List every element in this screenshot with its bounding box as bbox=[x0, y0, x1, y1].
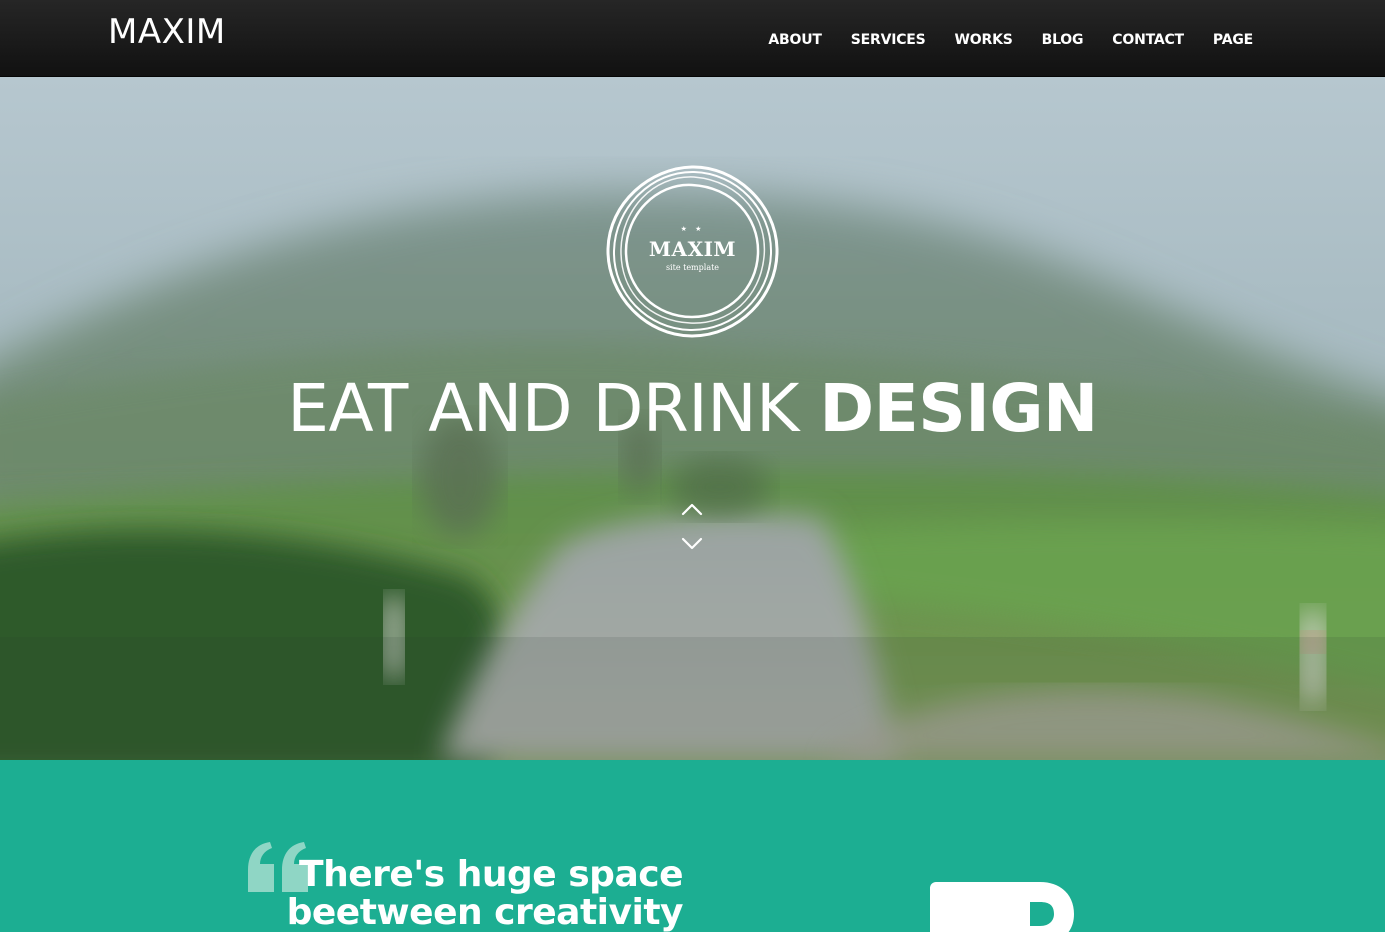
nav-item-about: ABOUT bbox=[768, 29, 822, 51]
nav-item-contact: CONTACT bbox=[1112, 29, 1184, 51]
nav-link-works[interactable]: WORKS bbox=[955, 32, 1013, 48]
nav-link-page[interactable]: PAGE bbox=[1213, 32, 1253, 48]
nav-link-blog[interactable]: BLOG bbox=[1042, 32, 1084, 48]
nav-item-services: SERVICES bbox=[851, 29, 926, 51]
chevron-up-icon[interactable] bbox=[681, 502, 703, 516]
headline-bold-text: DESIGN bbox=[819, 370, 1098, 447]
nav-item-works: WORKS bbox=[955, 29, 1013, 51]
hero-headline: EAT AND DRINK DESIGN bbox=[0, 366, 1385, 452]
headline-light-text: EAT AND DRINK bbox=[287, 370, 799, 447]
badge-subtitle: site template bbox=[665, 263, 720, 272]
brand-logo-link[interactable]: MAXIM bbox=[108, 12, 226, 52]
quote-section: There's huge space beetween creativity a… bbox=[0, 760, 1385, 932]
badge-stars: ★ ★ bbox=[680, 225, 705, 233]
chevron-down-icon[interactable] bbox=[681, 537, 703, 551]
nav-link-contact[interactable]: CONTACT bbox=[1112, 32, 1184, 48]
mug-icon bbox=[930, 882, 1074, 932]
hero-section: ★ ★ MAXIM site template EAT AND DRINK DE… bbox=[0, 77, 1385, 760]
hero-badge-logo: ★ ★ MAXIM site template bbox=[604, 163, 781, 340]
badge-title: MAXIM bbox=[648, 237, 737, 261]
nav-link-services[interactable]: SERVICES bbox=[851, 32, 926, 48]
quote-line-2: beetween creativity and bbox=[286, 892, 684, 932]
site-header: MAXIM ABOUT SERVICES WORKS BLOG CONTACT … bbox=[0, 0, 1385, 77]
quote-line-1: There's huge space bbox=[299, 854, 683, 895]
nav-item-blog: BLOG bbox=[1042, 29, 1084, 51]
quote-text: There's huge space beetween creativity a… bbox=[238, 854, 684, 932]
main-nav: ABOUT SERVICES WORKS BLOG CONTACT PAGE bbox=[768, 29, 1253, 51]
nav-link-about[interactable]: ABOUT bbox=[768, 32, 822, 48]
nav-item-page: PAGE bbox=[1213, 29, 1253, 51]
